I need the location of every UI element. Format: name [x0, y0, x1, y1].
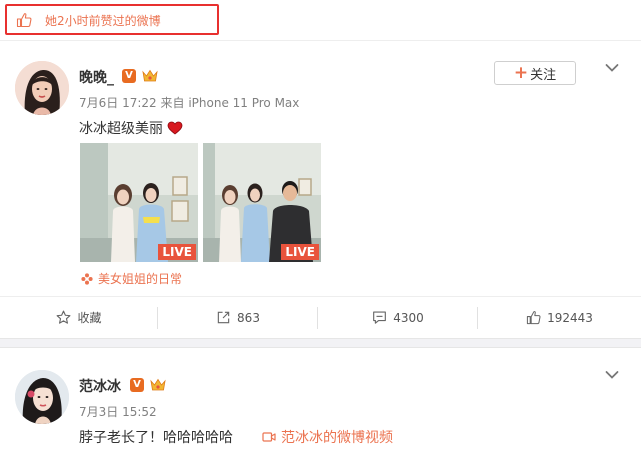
- post-image[interactable]: LIVE: [203, 143, 321, 262]
- verified-badge-icon: V: [122, 69, 136, 83]
- crown-icon: [150, 378, 166, 391]
- comment-icon: [373, 311, 387, 324]
- live-badge: LIVE: [158, 244, 196, 260]
- video-icon: [262, 432, 276, 442]
- post-username[interactable]: 晚晚_: [79, 67, 114, 87]
- post-time[interactable]: 7月6日 17:22: [79, 96, 157, 110]
- repost-count: 863: [237, 310, 260, 325]
- favorite-button[interactable]: 收藏: [0, 297, 158, 338]
- star-icon: [57, 310, 71, 324]
- flower-icon: [81, 272, 93, 285]
- thumbs-up-icon: [16, 13, 32, 28]
- like-button[interactable]: 192443: [478, 297, 641, 338]
- comment-button[interactable]: 4300: [318, 297, 478, 338]
- repost-button[interactable]: 863: [158, 297, 318, 338]
- avatar[interactable]: [15, 370, 69, 424]
- chevron-down-icon[interactable]: [605, 63, 619, 73]
- action-bar: 收藏 863 4300 192443: [0, 296, 641, 338]
- video-link[interactable]: 范冰冰的微博视频: [262, 427, 393, 447]
- chevron-down-icon[interactable]: [605, 370, 619, 380]
- thumbs-up-icon: [526, 311, 541, 325]
- post-image[interactable]: LIVE: [80, 143, 198, 262]
- plus-icon: +: [513, 62, 529, 83]
- liked-notice: 她2小时前赞过的微博: [5, 4, 219, 35]
- follow-label: 关注: [530, 67, 557, 83]
- card-separator: [0, 338, 641, 348]
- video-link-label: 范冰冰的微博视频: [281, 430, 393, 446]
- follow-button[interactable]: + 关注: [494, 61, 576, 85]
- post-text-content: 冰冰超级美丽: [79, 121, 163, 137]
- post-text: 脖子老长了！哈哈哈哈哈: [79, 430, 233, 446]
- topic-label: 美女姐姐的日常: [98, 272, 183, 286]
- post-username[interactable]: 范冰冰: [79, 376, 121, 396]
- post-text: 冰冰超级美丽: [79, 118, 183, 138]
- favorite-label: 收藏: [77, 311, 102, 325]
- avatar[interactable]: [15, 61, 69, 115]
- crown-icon: [142, 69, 158, 82]
- topic-link[interactable]: 美女姐姐的日常: [81, 270, 182, 287]
- post-meta: 7月3日 15:52: [79, 403, 157, 420]
- divider: [0, 40, 641, 41]
- verified-badge-icon: V: [130, 378, 144, 392]
- liked-notice-text: 她2小时前赞过的微博: [45, 14, 161, 28]
- post-meta: 7月6日 17:22 来自 iPhone 11 Pro Max: [79, 94, 299, 111]
- like-count: 192443: [547, 310, 593, 325]
- post-source: 来自 iPhone 11 Pro Max: [160, 96, 300, 110]
- post-time[interactable]: 7月3日 15:52: [79, 405, 157, 419]
- heart-emoji-icon: [168, 121, 183, 135]
- comment-count: 4300: [393, 310, 424, 325]
- share-icon: [217, 311, 230, 324]
- live-badge: LIVE: [281, 244, 319, 260]
